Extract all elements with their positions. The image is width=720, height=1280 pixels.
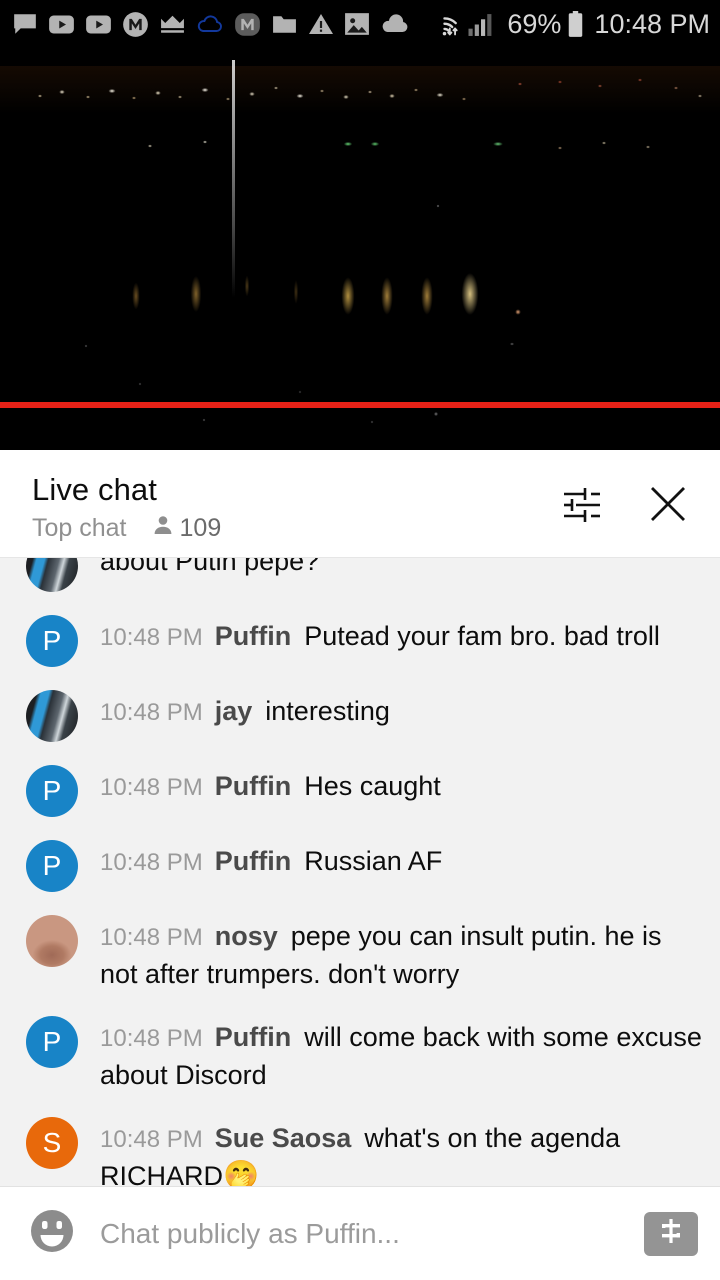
avatar[interactable] [26,690,78,742]
chat-message-body: 10:48 PM Puffin Russian AF [100,839,702,881]
header-title-group: Live chat Top chat 109 [32,471,554,543]
close-chat-button[interactable] [640,479,696,535]
scattered-lights [0,48,720,450]
chat-message-body: 10:48 PM Puffin Putead your fam bro. bad t… [100,614,702,656]
status-bar-notification-icons [12,11,428,38]
message-text: interesting [265,696,390,726]
message-timestamp: 10:48 PM [100,1126,203,1153]
chat-settings-button[interactable] [554,479,610,535]
message-text: Hes caught [304,771,441,801]
avatar[interactable] [26,558,78,592]
message-timestamp: 10:48 PM [100,774,203,801]
viewer-count-label: 109 [179,513,222,542]
avatar[interactable]: S [26,1117,78,1169]
video-player[interactable] [0,48,720,450]
avatar[interactable]: P [26,1016,78,1068]
chat-message-row[interactable]: P 10:48 PM Puffin will come back with some … [0,1004,720,1105]
m-circle-icon [122,11,149,38]
cloud-filled-icon [380,14,410,34]
message-text: about Putin pepe? [100,558,320,576]
youtube-play-icon [85,11,112,38]
tune-sliders-icon [559,481,605,532]
message-emoji: 🤭 [223,1160,260,1186]
chat-message-body: 10:48 PM Puffin Hes caught [100,764,702,806]
chat-message-row[interactable]: P 10:48 PM Puffin Putead your fam bro. bad … [0,603,720,678]
chat-message-row[interactable]: 10:48 PM jay interesting [0,678,720,753]
status-bar-system-icons: 69% 10:48 PM [428,9,710,40]
chat-message-row[interactable]: P 10:48 PM Puffin Russian AF [0,828,720,903]
message-author[interactable]: jay [215,696,253,726]
close-icon [645,481,691,532]
viewer-count: 109 [151,513,222,543]
youtube-live-chat-screen: 69% 10:48 PM Live chat Top chat 109 abou… [0,0,720,1280]
avatar[interactable]: P [26,765,78,817]
emoji-face-icon [27,1206,77,1261]
live-chat-message-list[interactable]: about Putin pepe? P 10:48 PM Puffin Putead y… [0,558,720,1186]
chat-input[interactable] [100,1217,634,1250]
message-timestamp: 10:48 PM [100,699,203,726]
folder-icon [271,13,298,36]
message-author[interactable]: Puffin [215,846,291,876]
message-author[interactable]: Puffin [215,621,291,651]
avatar[interactable]: P [26,840,78,892]
crown-icon [159,13,186,35]
chat-bubble-icon [12,11,38,37]
m-badge-icon [234,11,261,38]
message-timestamp: 10:48 PM [100,624,203,651]
battery-percent-label: 69% [507,8,562,39]
message-author[interactable]: nosy [215,921,278,951]
super-chat-button[interactable] [644,1211,698,1256]
warning-triangle-icon [308,12,334,36]
message-timestamp: 10:48 PM [100,924,203,951]
message-timestamp: 10:48 PM [100,849,203,876]
cellular-signal-icon [467,12,495,37]
message-author[interactable]: Sue Saosa [215,1123,352,1153]
dollar-sign-icon [655,1215,687,1252]
battery-icon [567,10,584,38]
avatar[interactable] [26,915,78,967]
video-progress-bar[interactable] [0,402,720,408]
chat-message-body: 10:48 PM jay interesting [100,689,702,731]
youtube-play-icon [48,11,75,38]
person-icon [151,513,175,542]
chat-message-body: 10:48 PM Sue Saosa what's on the agenda RI… [100,1116,702,1186]
chat-message-body: 10:48 PM nosy pepe you can insult putin. h… [100,914,702,993]
chat-composer [0,1186,720,1280]
wifi-data-icon [428,11,461,38]
chat-message-row[interactable]: P 10:48 PM Puffin Hes caught [0,753,720,828]
cloud-outline-icon [196,13,224,35]
chat-message-row[interactable]: about Putin pepe? [0,558,720,603]
chat-message-row[interactable]: S 10:48 PM Sue Saosa what's on the agenda R… [0,1105,720,1186]
live-chat-header: Live chat Top chat 109 [0,456,720,558]
chat-message-body: about Putin pepe? [100,558,702,580]
avatar[interactable]: P [26,615,78,667]
clock-label: 10:48 PM [594,8,710,39]
image-icon [344,12,370,36]
message-text: Putead your fam bro. bad troll [304,621,660,651]
message-text: Russian AF [304,846,443,876]
message-author[interactable]: Puffin [215,771,291,801]
page-title: Live chat [32,471,157,507]
message-timestamp: 10:48 PM [100,1025,203,1052]
message-author[interactable]: Puffin [215,1022,291,1052]
chat-message-row[interactable]: 10:48 PM nosy pepe you can insult putin. h… [0,903,720,1004]
emoji-picker-button[interactable] [26,1208,78,1260]
header-subtitle-row: Top chat 109 [32,513,554,543]
chat-message-body: 10:48 PM Puffin will come back with some e… [100,1015,702,1094]
chat-mode-label[interactable]: Top chat [32,513,127,543]
status-bar: 69% 10:48 PM [0,0,720,48]
